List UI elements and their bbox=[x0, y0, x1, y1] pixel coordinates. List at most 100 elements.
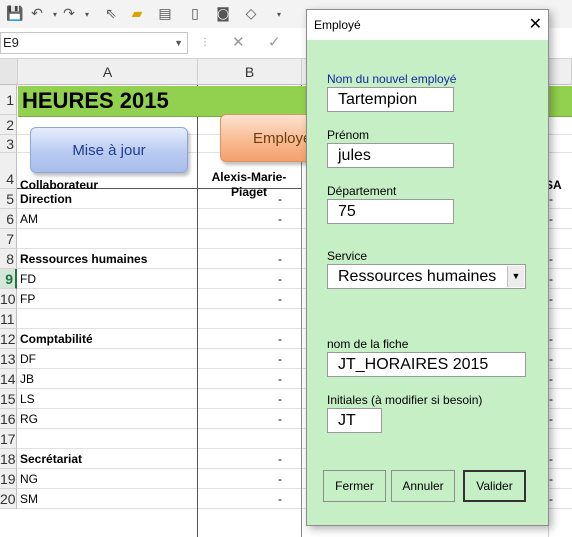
column-header-a[interactable]: A bbox=[18, 59, 198, 85]
cancel-button[interactable]: Annuler bbox=[391, 470, 455, 502]
department-input[interactable]: 75 bbox=[327, 199, 454, 224]
row-header-3[interactable]: 3 bbox=[0, 135, 17, 153]
cell-b-value[interactable]: - bbox=[278, 372, 282, 386]
save-icon[interactable]: 💾 bbox=[4, 3, 26, 25]
cell-b-value[interactable]: - bbox=[278, 392, 282, 406]
cell-b-value[interactable]: - bbox=[278, 352, 282, 366]
new-employee-name-input[interactable]: Tartempion bbox=[327, 87, 454, 112]
cell-right-value[interactable]: - bbox=[549, 352, 553, 366]
cell-right-value[interactable]: - bbox=[549, 372, 553, 386]
update-button[interactable]: Mise à jour bbox=[30, 127, 188, 173]
new-document-icon[interactable]: ▯ bbox=[184, 3, 206, 25]
cell-a[interactable]: Secrétariat bbox=[20, 452, 82, 466]
row-header-19[interactable]: 19 bbox=[0, 469, 17, 489]
header-collaborateur: Collaborateur bbox=[20, 178, 99, 192]
redo-dropdown-icon[interactable]: ▾ bbox=[76, 3, 98, 25]
cell-b-value[interactable]: - bbox=[278, 212, 282, 226]
cell-b-value[interactable]: - bbox=[278, 332, 282, 346]
cursor-icon[interactable]: ⇖ bbox=[100, 3, 122, 25]
cell-right-value[interactable]: - bbox=[549, 452, 553, 466]
cell-a[interactable]: JB bbox=[20, 372, 34, 386]
customize-toolbar-icon[interactable]: ▾ bbox=[268, 3, 290, 25]
cell-a[interactable]: NG bbox=[20, 472, 38, 486]
label-initials: Initiales (à modifier si besoin) bbox=[327, 393, 483, 407]
cell-b-value[interactable]: - bbox=[278, 192, 282, 206]
cell-a[interactable]: SM bbox=[20, 492, 38, 506]
cell-b-value[interactable]: - bbox=[278, 272, 282, 286]
column-border-a bbox=[197, 85, 198, 537]
row-header-15[interactable]: 15 bbox=[0, 389, 17, 409]
row-header-1[interactable]: 1 bbox=[0, 85, 17, 115]
cell-a[interactable]: AM bbox=[20, 212, 38, 226]
name-box[interactable]: E9 ▼ bbox=[0, 32, 188, 54]
row-header-5[interactable]: 5 bbox=[0, 189, 17, 209]
close-button[interactable]: Fermer bbox=[323, 470, 386, 502]
row-header-10[interactable]: 10 bbox=[0, 289, 17, 309]
sheet-name-input[interactable]: JT_HORAIRES 2015 bbox=[327, 352, 526, 377]
sheet-title: HEURES 2015 bbox=[22, 88, 169, 113]
camera-icon[interactable]: ◙ bbox=[212, 3, 234, 25]
select-all-corner[interactable] bbox=[0, 59, 18, 85]
cell-a[interactable]: LS bbox=[20, 392, 35, 406]
close-icon[interactable]: ✕ bbox=[529, 14, 542, 33]
row-header-14[interactable]: 14 bbox=[0, 369, 17, 389]
cell-b-value[interactable]: - bbox=[278, 472, 282, 486]
dialog-title: Employé bbox=[314, 18, 361, 32]
validate-button[interactable]: Valider bbox=[463, 470, 526, 502]
row-header-17[interactable]: 17 bbox=[0, 429, 17, 449]
cell-right-value[interactable]: - bbox=[549, 472, 553, 486]
cell-a[interactable]: FD bbox=[20, 272, 36, 286]
cell-a[interactable]: RG bbox=[20, 412, 38, 426]
shapes-icon[interactable]: ◇ bbox=[240, 3, 262, 25]
service-select[interactable]: Ressources humaines ▼ bbox=[327, 264, 526, 289]
cell-right-value[interactable]: - bbox=[549, 272, 553, 286]
row-header-6[interactable]: 6 bbox=[0, 209, 17, 229]
cell-right-value[interactable]: - bbox=[549, 192, 553, 206]
row-header-7[interactable]: 7 bbox=[0, 229, 17, 249]
open-folder-icon[interactable]: ▰ bbox=[126, 3, 148, 25]
firstname-input[interactable]: jules bbox=[327, 143, 454, 168]
cell-a[interactable]: Comptabilité bbox=[20, 332, 93, 346]
initials-input[interactable]: JT bbox=[327, 408, 382, 433]
service-select-value: Ressources humaines bbox=[338, 268, 497, 285]
row-header-2[interactable]: 2 bbox=[0, 115, 17, 135]
cell-b-value[interactable]: - bbox=[278, 492, 282, 506]
cell-a[interactable]: DF bbox=[20, 352, 36, 366]
cell-a[interactable]: Ressources humaines bbox=[20, 252, 147, 266]
dialog-titlebar[interactable]: Employé ✕ bbox=[307, 10, 548, 40]
cancel-icon[interactable]: ✕ bbox=[232, 33, 245, 51]
more-icon: ⋮ bbox=[200, 37, 210, 48]
label-service: Service bbox=[327, 249, 368, 263]
form-icon[interactable]: ▤ bbox=[154, 3, 176, 25]
row-header-16[interactable]: 16 bbox=[0, 409, 17, 429]
row-header-11[interactable]: 11 bbox=[0, 309, 17, 329]
row-header-20[interactable]: 20 bbox=[0, 489, 17, 509]
label-firstname: Prénom bbox=[327, 128, 370, 142]
cell-b-value[interactable]: - bbox=[278, 252, 282, 266]
label-department: Département bbox=[327, 184, 397, 198]
chevron-down-icon[interactable]: ▼ bbox=[507, 266, 524, 287]
cell-right-value[interactable]: - bbox=[549, 392, 553, 406]
employee-dialog: Employé ✕ Nom du nouvel employé Tartempi… bbox=[306, 9, 549, 526]
column-header-b[interactable]: B bbox=[198, 59, 302, 85]
cell-b-value[interactable]: - bbox=[278, 452, 282, 466]
cell-right-value[interactable]: - bbox=[549, 332, 553, 346]
cell-right-value[interactable]: - bbox=[549, 212, 553, 226]
row-header-9[interactable]: 9 bbox=[0, 269, 17, 289]
enter-icon[interactable]: ✓ bbox=[268, 33, 281, 51]
cell-right-value[interactable]: - bbox=[549, 292, 553, 306]
cell-b-value[interactable]: - bbox=[278, 292, 282, 306]
cell-b-value[interactable]: - bbox=[278, 412, 282, 426]
name-box-dropdown-icon[interactable]: ▼ bbox=[174, 33, 183, 53]
cell-right-value[interactable]: - bbox=[549, 252, 553, 266]
cell-right-value[interactable]: - bbox=[549, 492, 553, 506]
label-sheet-name: nom de la fiche bbox=[327, 337, 409, 351]
cell-a[interactable]: Direction bbox=[20, 192, 72, 206]
row-header-13[interactable]: 13 bbox=[0, 349, 17, 369]
row-header-8[interactable]: 8 bbox=[0, 249, 17, 269]
row-header-4[interactable]: 4 bbox=[0, 153, 17, 189]
cell-a[interactable]: FP bbox=[20, 292, 35, 306]
cell-right-value[interactable]: - bbox=[549, 412, 553, 426]
row-header-12[interactable]: 12 bbox=[0, 329, 17, 349]
row-header-18[interactable]: 18 bbox=[0, 449, 17, 469]
